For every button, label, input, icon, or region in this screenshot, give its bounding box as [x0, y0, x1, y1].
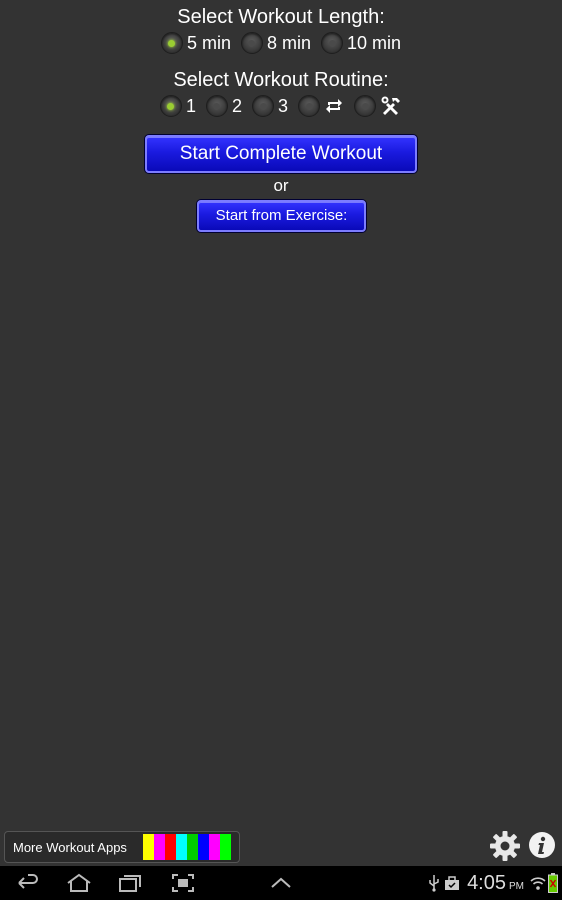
recent-apps-icon[interactable]: [118, 872, 144, 894]
start-from-exercise-button[interactable]: Start from Exercise:: [197, 200, 366, 232]
wifi-icon: [530, 877, 546, 890]
clock-ampm: PM: [509, 881, 524, 892]
clock-time: 4:05: [467, 871, 506, 894]
radio-label: 3: [278, 96, 289, 116]
battery-icon: [548, 873, 558, 893]
usb-icon: [429, 875, 439, 892]
routine-option-repeat[interactable]: [298, 95, 344, 117]
radio-button-icon: [240, 32, 263, 54]
radio-button-icon: [298, 95, 321, 117]
radio-button-icon: [321, 32, 343, 54]
home-icon[interactable]: [66, 872, 92, 894]
workout-app: Select Workout Length: 5 min 8 min 10 mi…: [0, 0, 562, 866]
repeat-icon: [326, 99, 343, 113]
info-icon[interactable]: [528, 831, 556, 859]
bag-icon: [445, 876, 460, 890]
menu-up-icon[interactable]: [268, 872, 294, 894]
status-area: 4:05 PM: [427, 866, 558, 900]
workout-length-options: 5 min 8 min 10 min: [0, 29, 562, 57]
radio-label: 2: [231, 96, 242, 116]
length-option-8-min[interactable]: 8 min: [240, 32, 311, 54]
workout-length-heading: Select Workout Length:: [177, 6, 385, 28]
radio-label: 5 min: [186, 33, 231, 53]
app-swatch: [143, 834, 154, 860]
back-icon[interactable]: [15, 872, 41, 894]
radio-label: 1: [185, 96, 196, 116]
routine-option-2[interactable]: 2: [205, 95, 242, 117]
routine-option-1[interactable]: 1: [159, 95, 196, 117]
workout-routine-heading: Select Workout Routine:: [173, 69, 389, 91]
radio-button-icon: [252, 95, 274, 117]
app-swatch: [220, 834, 231, 860]
app-swatch: [176, 834, 187, 860]
app-icons-strip: [143, 834, 231, 860]
more-workout-apps-label: More Workout Apps: [13, 839, 127, 855]
start-complete-workout-button[interactable]: Start Complete Workout: [145, 135, 417, 173]
radio-button-icon: [160, 32, 183, 54]
routine-option-custom[interactable]: [354, 95, 402, 117]
radio-label: 8 min: [266, 33, 311, 53]
or-separator: or: [273, 176, 289, 195]
radio-button-icon: [205, 95, 228, 117]
app-swatch: [198, 834, 209, 860]
app-swatch: [165, 834, 176, 860]
routine-option-3[interactable]: 3: [252, 95, 288, 117]
more-workout-apps-button[interactable]: More Workout Apps: [4, 831, 240, 863]
app-swatch: [209, 834, 220, 860]
screenshot-icon[interactable]: [170, 872, 196, 894]
workout-routine-options: 1 2 3: [0, 92, 562, 120]
app-swatch: [154, 834, 165, 860]
length-option-10-min[interactable]: 10 min: [321, 32, 401, 54]
radio-button-icon: [159, 95, 182, 117]
radio-label: 10 min: [347, 33, 402, 53]
radio-button-icon: [354, 95, 377, 117]
gear-icon[interactable]: [489, 830, 521, 862]
length-option-5-min[interactable]: 5 min: [160, 32, 231, 54]
tools-icon: [381, 96, 401, 115]
app-swatch: [187, 834, 198, 860]
